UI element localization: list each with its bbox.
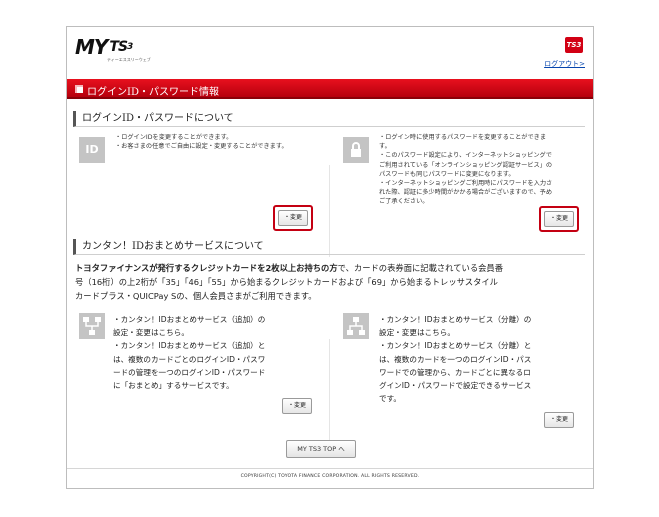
id-matome-add-description: ・カンタン！IDおまとめサービス（追加）の 設定・変更はこちら。 ・カンタン！I…	[113, 313, 265, 392]
list-item: ご利用されている「オンラインショッピング認証サービス」の	[379, 161, 553, 169]
section-heading-login-id: ログインID・パスワードについて	[73, 111, 585, 127]
password-description: ・ログイン時に使用するパスワードを変更することができま す。 ・このパスワード設…	[379, 133, 552, 207]
lock-icon	[343, 137, 369, 163]
lead-text: カードプラス・QUICPay Sの、個人会員さまがご利用できます。	[75, 291, 317, 301]
list-item: です。	[379, 394, 402, 404]
list-item: グインID・パスワードで設定できるサービス	[379, 381, 532, 391]
page-title-bar: ログインID・パスワード情報	[67, 79, 593, 99]
ts3-badge-icon: TS3	[565, 37, 583, 53]
list-item: に「おまとめ」するサービスです。	[113, 381, 234, 391]
id-matome-lead-text: トヨタファイナンスが発行するクレジットカードを2枚以上お持ちの方で、カードの表券…	[75, 261, 585, 303]
change-password-button[interactable]: ・変更	[544, 211, 574, 227]
list-item: ・ログインIDを変更することができます。	[115, 134, 233, 141]
logo-subtext: ティーエススリーウェブ	[107, 57, 151, 62]
list-item: パスワードも同じパスワードに変更になります。	[379, 170, 515, 178]
id-card-icon: ID	[79, 137, 105, 163]
list-item: は、複数のカードごとのログインID・パスワ	[113, 354, 266, 364]
logo-sup-text: 3	[127, 42, 133, 52]
list-item: は、複数のカードを一つのログインID・パス	[379, 354, 532, 364]
list-item: 設定・変更はこちら。	[379, 328, 455, 338]
logo-ts-text: TS	[109, 39, 128, 55]
page-frame: MY TS3 ティーエススリーウェブ TS3 ログアウト> ログインID・パスワー…	[66, 26, 594, 489]
list-item: ードの管理を一つのログインID・パスワード	[113, 367, 266, 377]
logo-main-text: MY	[75, 35, 108, 59]
login-id-description: ・ログインIDを変更することができます。 ・お客さまの任意でご自由に設定・変更す…	[115, 133, 288, 151]
lead-text: で、カードの表券面に記載されている会員番	[337, 263, 504, 273]
change-id-matome-add-button[interactable]: ・変更	[282, 398, 312, 414]
list-item: ・お客さまの任意でご自由に設定・変更することができます。	[115, 143, 288, 151]
merge-accounts-icon	[79, 313, 105, 339]
id-matome-split-description: ・カンタン！IDおまとめサービス（分離）の 設定・変更はこちら。 ・カンタン！I…	[379, 313, 531, 405]
list-item: ご了承ください。	[379, 198, 429, 206]
lead-text: 号（16桁）の上2桁が「35」「46」「55」から始まるクレジットカードおよび「…	[75, 277, 498, 287]
list-item: ・このパスワード設定により、インターネットショッピングで	[379, 152, 552, 160]
my-ts3-logo[interactable]: MY TS3	[75, 35, 133, 59]
my-ts3-top-button[interactable]: MY TS3 TOP へ	[286, 440, 356, 458]
logout-link[interactable]: ログアウト>	[544, 59, 585, 69]
list-item: ・インターネットショッピングご利用時にパスワードを入力さ	[379, 180, 553, 188]
list-item: ・ログイン時に使用するパスワードを変更することができま	[379, 134, 547, 141]
square-bullet-icon	[75, 85, 83, 93]
footer-divider	[67, 468, 593, 469]
lead-bold-text: トヨタファイナンスが発行するクレジットカードを2枚以上お持ちの方	[75, 263, 338, 273]
list-item: ・カンタン！IDおまとめサービス（分離）の	[379, 315, 532, 324]
list-item: れた際、認証に多少時間がかかる場合がございますので、予め	[379, 189, 553, 197]
section-heading-id-matome: カンタン！IDおまとめサービスについて	[73, 239, 585, 255]
list-item: ・カンタン！IDおまとめサービス（追加）と	[113, 341, 266, 351]
change-id-matome-split-button[interactable]: ・変更	[544, 412, 574, 428]
list-item: す。	[379, 143, 391, 151]
list-item: ・カンタン！IDおまとめサービス（追加）の	[113, 315, 266, 324]
split-accounts-icon	[343, 313, 369, 339]
header: MY TS3 ティーエススリーウェブ TS3 ログアウト>	[67, 27, 593, 79]
change-login-id-button[interactable]: ・変更	[278, 210, 308, 226]
list-item: 設定・変更はこちら。	[113, 328, 189, 338]
copyright-text: COPYRIGHT(C) TOYOTA FINANCE CORPORATION.…	[240, 474, 420, 479]
list-item: ワードでの管理から、カードごとに異なるロ	[379, 367, 531, 377]
list-item: ・カンタン！IDおまとめサービス（分離）と	[379, 341, 532, 351]
page-title: ログインID・パスワード情報	[87, 87, 219, 98]
